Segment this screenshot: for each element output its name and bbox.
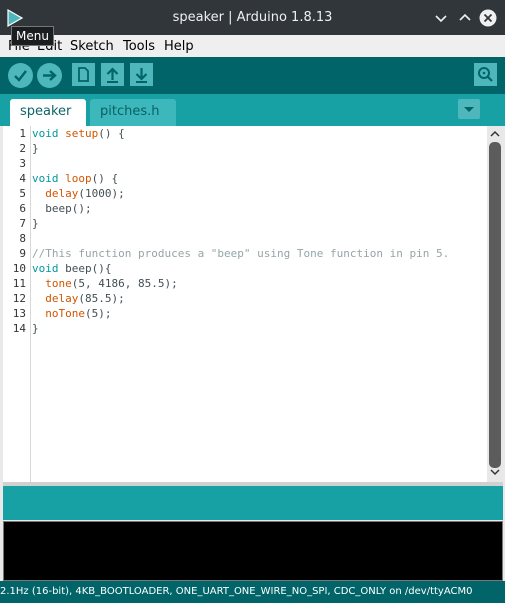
close-icon[interactable]: [479, 9, 497, 27]
line-number: 7: [19, 217, 26, 230]
scroll-up-icon[interactable]: [489, 128, 501, 140]
scroll-thumb[interactable]: [489, 142, 501, 468]
code-editor[interactable]: 1 2 3 4 5 6 7 8 9 10 11 12 13 14 void setup() {} void …: [3, 126, 503, 482]
line-number: 13: [12, 307, 26, 320]
line-number: 4: [19, 172, 26, 185]
menu-tooltip: Menu: [11, 26, 54, 46]
verify-icon: [14, 70, 27, 82]
toolbar: [0, 57, 505, 94]
serial-monitor-icon: [478, 67, 493, 82]
chevron-down-icon: [464, 107, 474, 112]
code-token: tone: [45, 277, 72, 290]
code-line[interactable]: delay(1000);: [32, 187, 125, 200]
menu-bar: File Edit Sketch Tools Help: [0, 35, 505, 57]
tab-pitches[interactable]: pitches.h: [90, 99, 176, 126]
code-line[interactable]: beep();: [32, 202, 92, 215]
minimize-icon[interactable]: [432, 9, 450, 27]
code-token: void: [32, 172, 59, 185]
tab-bar: speaker pitches.h: [0, 94, 505, 126]
save-sketch-button[interactable]: [130, 63, 153, 86]
code-line[interactable]: noTone(5);: [32, 307, 112, 320]
code-line[interactable]: }: [32, 322, 39, 335]
code-token: (5, 4186, 85.5);: [71, 277, 178, 290]
code-token: beep();: [32, 202, 92, 215]
line-number: 6: [19, 202, 26, 215]
line-number: 14: [12, 322, 26, 335]
upload-icon: [43, 70, 57, 81]
code-token: loop: [65, 172, 92, 185]
verify-button[interactable]: [8, 63, 33, 88]
code-token: (5);: [85, 307, 112, 320]
line-number: 9: [19, 247, 26, 260]
serial-monitor-button[interactable]: [474, 63, 497, 86]
code-token: //This function produces a "beep" using …: [32, 247, 450, 260]
code-token: beep(){: [58, 262, 112, 275]
code-token: () {: [91, 172, 119, 185]
code-line[interactable]: }: [32, 217, 39, 230]
code-line[interactable]: //This function produces a "beep" using …: [32, 247, 449, 260]
menu-sketch[interactable]: Sketch: [70, 39, 114, 54]
line-number: 5: [19, 187, 26, 200]
code-token: () {: [98, 127, 125, 140]
code-token: (85.5);: [78, 292, 125, 305]
tab-speaker[interactable]: speaker: [10, 99, 86, 126]
new-icon: [78, 67, 89, 82]
code-token: void: [32, 127, 59, 140]
code-line[interactable]: delay(85.5);: [32, 292, 125, 305]
tab-menu-button[interactable]: [458, 99, 480, 119]
window-title: speaker | Arduino 1.8.13: [172, 10, 333, 25]
code-token: (1000);: [78, 187, 125, 200]
arduino-window: speaker | Arduino 1.8.13 File Edit Sketc…: [0, 0, 505, 603]
code-token: delay: [45, 292, 79, 305]
line-number: 12: [12, 292, 26, 305]
line-number: 11: [12, 277, 26, 290]
upload-button[interactable]: [37, 63, 62, 88]
message-area: [3, 486, 503, 520]
line-number: 2: [19, 142, 26, 155]
line-number-gutter: 1 2 3 4 5 6 7 8 9 10 11 12 13 14: [3, 126, 31, 482]
open-icon: [106, 67, 119, 83]
code-line[interactable]: void setup() {: [32, 127, 125, 140]
open-sketch-button[interactable]: [101, 63, 124, 86]
code-token: setup: [65, 127, 99, 140]
line-number: 3: [19, 157, 26, 170]
maximize-icon[interactable]: [456, 9, 474, 27]
save-icon: [135, 68, 148, 83]
board-status-bar: 2.1Hz (16-bit), 4KB_BOOTLOADER, ONE_UART…: [0, 581, 505, 603]
line-number: 8: [19, 232, 26, 245]
console-output[interactable]: [3, 521, 503, 581]
line-number: 1: [19, 127, 26, 140]
new-sketch-button[interactable]: [72, 63, 95, 86]
title-bar: speaker | Arduino 1.8.13: [0, 0, 505, 35]
code-line[interactable]: void loop() {: [32, 172, 118, 185]
code-line[interactable]: void beep(){: [32, 262, 111, 275]
code-line[interactable]: tone(5, 4186, 85.5);: [32, 277, 178, 290]
menu-help[interactable]: Help: [164, 39, 194, 54]
code-token: delay: [45, 187, 79, 200]
code-token: void: [32, 262, 59, 275]
code-token: }: [32, 142, 39, 155]
line-number: 10: [12, 262, 26, 275]
editor-scrollbar[interactable]: [487, 126, 503, 482]
code-token: }: [32, 217, 39, 230]
code-token: }: [32, 322, 39, 335]
scroll-down-icon[interactable]: [489, 466, 501, 478]
code-line[interactable]: }: [32, 142, 39, 155]
menu-tools[interactable]: Tools: [123, 39, 155, 54]
code-token: noTone: [45, 307, 85, 320]
